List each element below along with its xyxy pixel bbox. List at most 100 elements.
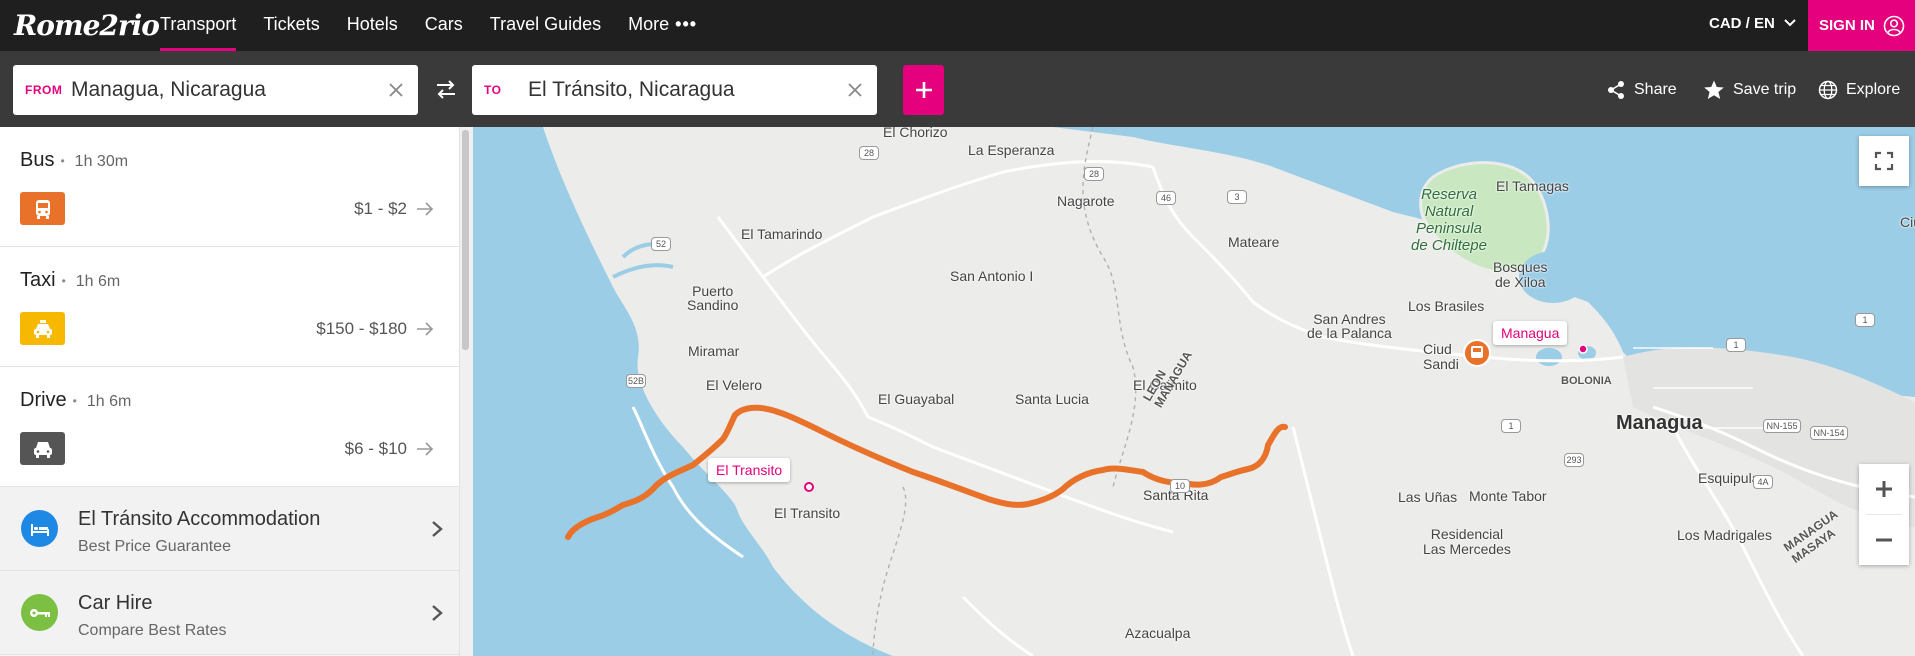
map-label: La Esperanza [968, 142, 1055, 158]
route-title: Bus • 1h 30m [20, 149, 128, 172]
map-label: San Andres de la Palanca [1307, 311, 1392, 341]
zoom-out-button[interactable] [1859, 515, 1909, 565]
route-taxi[interactable]: Taxi • 1h 6m $150 - $180 [0, 247, 459, 367]
to-clear-icon[interactable] [833, 65, 877, 115]
swap-icon[interactable] [433, 76, 459, 102]
nav-travel-guides[interactable]: Travel Guides [490, 0, 601, 51]
from-input[interactable]: Managua, Nicaragua [71, 78, 374, 102]
arrow-right-icon [417, 202, 434, 216]
route-price: $6 - $10 [344, 439, 407, 458]
map-label: El Chorizo [883, 127, 948, 140]
currency-selector[interactable]: CAD / EN [1709, 0, 1797, 46]
nav-hotels[interactable]: Hotels [347, 0, 398, 51]
nav-more-label: More [628, 14, 670, 34]
chevron-right-icon [432, 521, 443, 537]
globe-icon [1818, 80, 1838, 100]
share-button[interactable]: Share [1606, 77, 1677, 103]
taxi-icon [20, 312, 65, 345]
ocean [473, 127, 893, 656]
route-list: Bus • 1h 30m $1 - $2 Taxi • 1h 6m $150 - $18… [0, 127, 459, 655]
map-label: El Tamagas [1496, 178, 1569, 194]
promo-title: El Tránsito Accommodation [78, 508, 321, 530]
road-shield: 1 [1501, 419, 1521, 433]
road-shield: 1 [1855, 313, 1875, 327]
zoom-in-button[interactable] [1859, 464, 1909, 514]
nav-tickets[interactable]: Tickets [263, 0, 319, 51]
search-bar: FROM Managua, Nicaragua TO El Tránsito, … [0, 51, 1915, 127]
nav-more[interactable]: More ••• [628, 0, 697, 51]
promo-accommodation[interactable]: El Tránsito Accommodation Best Price Gua… [0, 487, 459, 571]
map-label: El Velero [706, 377, 763, 393]
more-dots-icon: ••• [675, 14, 698, 34]
map-label: BOLONIA [1561, 375, 1612, 387]
add-destination-button[interactable] [903, 65, 944, 115]
from-clear-icon[interactable] [374, 65, 418, 115]
road-shield: 4A [1753, 475, 1773, 489]
map-label: Bosques de Xiloa [1493, 259, 1548, 290]
to-input[interactable]: El Tránsito, Nicaragua [528, 78, 833, 102]
chevron-right-icon [432, 605, 443, 621]
road-shield: NN-154 [1810, 426, 1848, 440]
bus-icon [20, 192, 65, 225]
route-title: Taxi • 1h 6m [20, 269, 120, 292]
route-price: $1 - $2 [354, 199, 407, 218]
from-label: FROM [25, 83, 63, 97]
map-label: Mateare [1228, 234, 1280, 250]
nav-cars[interactable]: Cars [425, 0, 463, 51]
route-bus[interactable]: Bus • 1h 30m $1 - $2 [0, 127, 459, 247]
origin-pin[interactable]: Managua [1493, 321, 1568, 345]
promo-car-hire[interactable]: Car Hire Compare Best Rates [0, 571, 459, 655]
save-trip-button[interactable]: Save trip [1703, 77, 1796, 103]
car-icon [20, 432, 65, 465]
star-icon [1704, 80, 1724, 99]
road-shield: 1 [1726, 338, 1746, 352]
arrow-right-icon [417, 442, 434, 456]
map-view[interactable]: El Chorizo La Esperanza Nagarote El Tama… [473, 127, 1915, 656]
map-label: El Transito [774, 505, 841, 521]
road-shield: 28 [859, 146, 879, 160]
map-label: Monte Tabor [1469, 488, 1547, 504]
route-mode: Taxi [20, 269, 56, 291]
scrollbar-thumb[interactable] [462, 130, 469, 350]
fullscreen-button[interactable] [1859, 136, 1909, 186]
map-label: El Tamarindo [741, 226, 823, 242]
results-sidebar: Bus • 1h 30m $1 - $2 Taxi • 1h 6m $150 - $18… [0, 127, 473, 656]
map-label: Residencial Las Mercedes [1423, 526, 1511, 557]
route-duration: 1h 30m [74, 153, 129, 170]
road-shield: 10 [1170, 479, 1190, 493]
sign-in-label: SIGN IN [1819, 17, 1875, 34]
currency-label: CAD / EN [1709, 14, 1775, 32]
separator-dot: • [72, 393, 77, 408]
nav-transport[interactable]: Transport [160, 0, 237, 51]
destination-pin[interactable]: El Transito [708, 458, 791, 482]
map-label: Los Madrigales [1677, 527, 1772, 543]
map-label: Azacualpa [1125, 625, 1191, 641]
key-icon [21, 594, 58, 631]
map-label: Puerto Sandino [687, 283, 739, 313]
nav-links: Transport Tickets Hotels Cars Travel Gui… [160, 0, 724, 51]
route-price: $150 - $180 [316, 319, 407, 338]
zoom-control [1859, 464, 1909, 565]
map-label: Ciu [1900, 214, 1915, 230]
sign-in-button[interactable]: SIGN IN [1808, 0, 1915, 51]
map-label: Ciud Sandi [1423, 341, 1459, 372]
share-label: Share [1634, 81, 1677, 98]
map-label: Los Brasiles [1408, 298, 1485, 314]
to-field[interactable]: TO El Tránsito, Nicaragua [472, 65, 877, 115]
map-label: El Guayabal [878, 391, 955, 407]
explore-button[interactable]: Explore [1818, 77, 1900, 103]
road-shield: NN-155 [1763, 419, 1801, 433]
road-shield: 293 [1564, 453, 1584, 467]
logo[interactable]: Rome2rio [14, 8, 160, 42]
save-trip-label: Save trip [1733, 81, 1797, 98]
from-field[interactable]: FROM Managua, Nicaragua [13, 65, 418, 115]
road-shield: 28 [1084, 167, 1104, 181]
top-nav: Rome2rio Transport Tickets Hotels Cars T… [0, 0, 1915, 51]
minus-icon [1876, 538, 1892, 542]
separator-dot: • [60, 153, 65, 168]
road-shield: 52B [626, 374, 646, 388]
route-drive[interactable]: Drive • 1h 6m $6 - $10 [0, 367, 459, 487]
route-mode: Bus [20, 149, 55, 171]
map-label: San Antonio I [950, 268, 1034, 284]
road-shield: 3 [1227, 190, 1247, 204]
